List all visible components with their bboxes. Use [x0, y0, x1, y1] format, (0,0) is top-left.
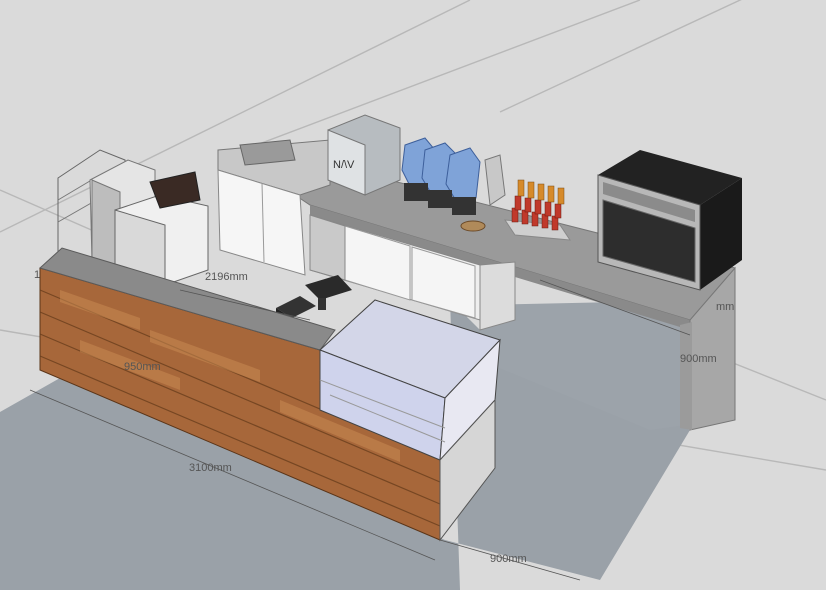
dimension-inner-run: 2196mm [205, 271, 248, 283]
dimension-back-depth: 900mm [680, 353, 717, 365]
fridge-side [479, 261, 516, 331]
dimension-counter-length: 3100mm [189, 462, 232, 474]
dimension-right-top: mm [716, 301, 734, 313]
fridge-vent-panel [309, 214, 346, 281]
box-unit-label: N/\V [333, 159, 355, 171]
dimension-left-height: 1 [34, 269, 40, 281]
dimension-front-height: 950mm [124, 361, 161, 373]
counter-layout-diagram: N/\V 3100mm 900mm 900mm 2196mm 950mm 1 m… [0, 0, 826, 590]
sink-basin [239, 139, 296, 166]
dimension-front-depth: 900mm [490, 553, 527, 565]
back-counter-leg [680, 322, 692, 430]
